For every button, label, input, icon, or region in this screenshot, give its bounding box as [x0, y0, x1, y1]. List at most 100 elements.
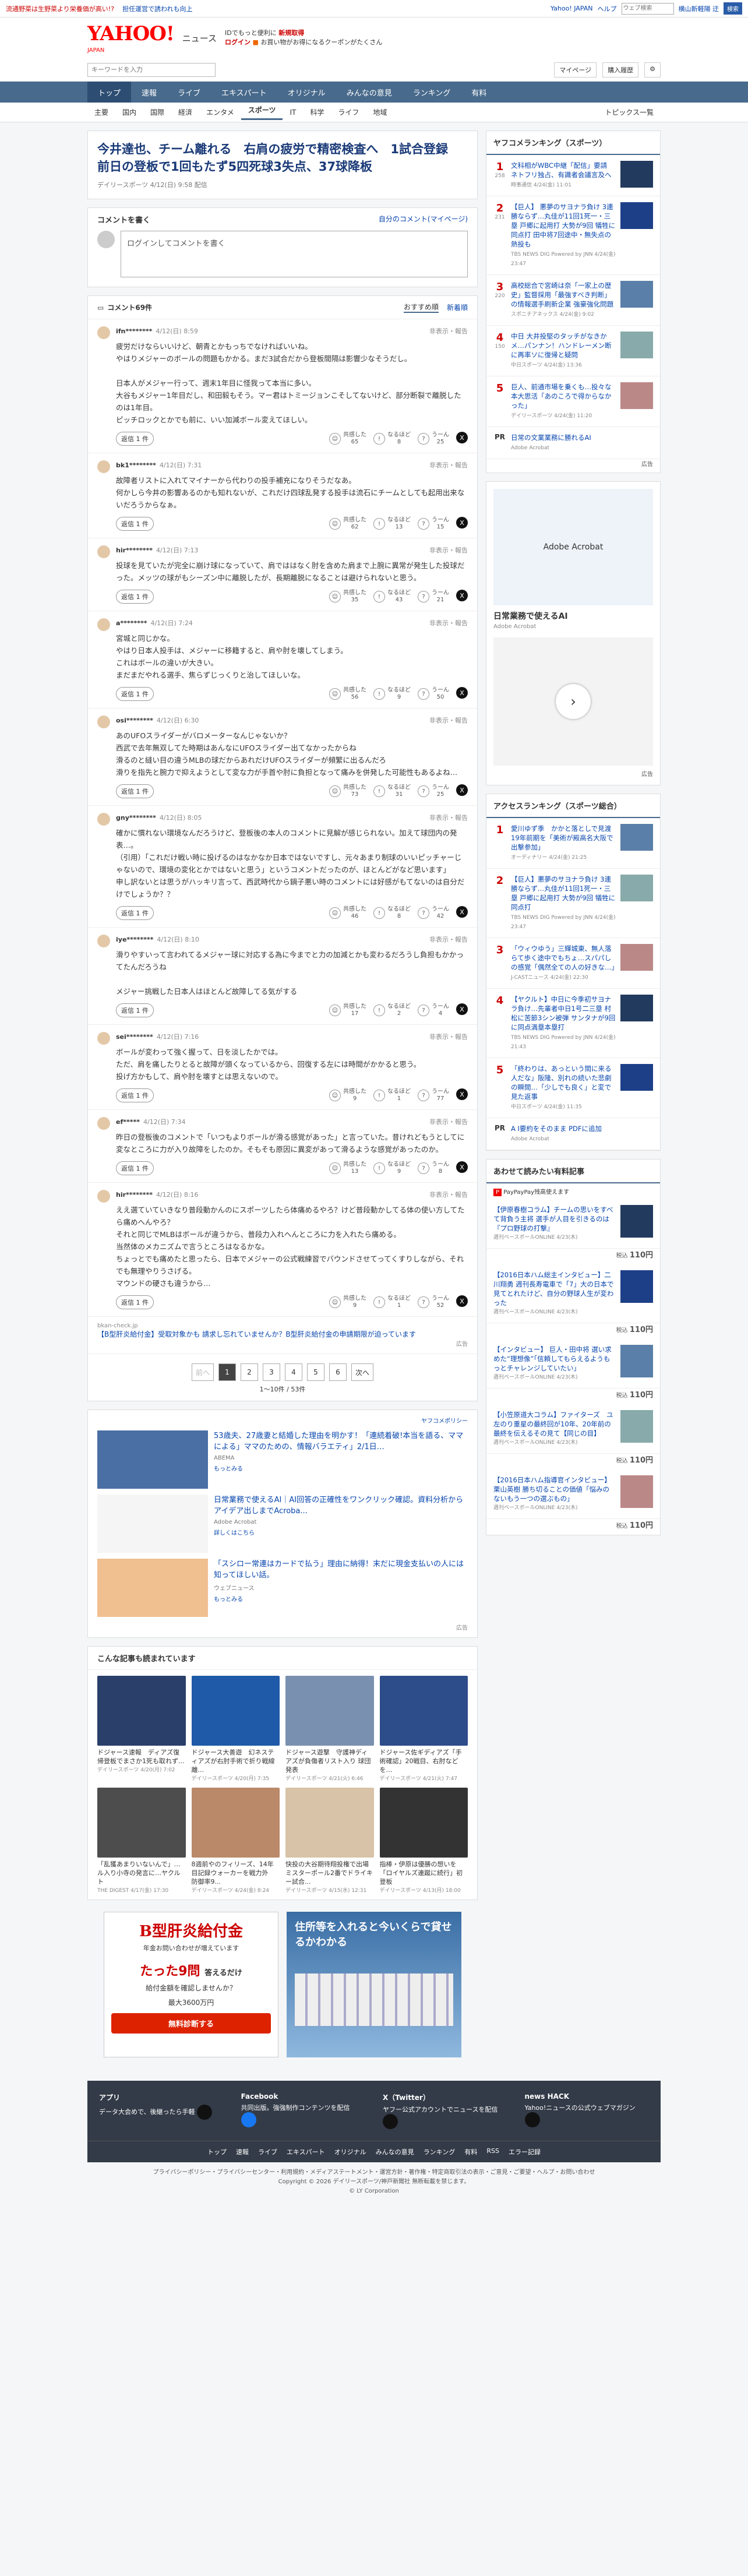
report-link[interactable]: 非表示・報告 [429, 1117, 468, 1126]
comment-user[interactable]: gny******** [116, 814, 156, 822]
ranking-pr[interactable]: PR 日常の文業業務に勝れるAI Adobe Acrobat [486, 427, 660, 459]
sponsored-item[interactable]: 53歳夫、27歳妻と結婚した理由を明かす！「連続着破!本当を語る、ママによる」マ… [97, 1430, 468, 1489]
report-link[interactable]: 非表示・報告 [429, 716, 468, 725]
footer-nav-link[interactable]: エラー記録 [509, 2147, 541, 2156]
footer-nav-link[interactable]: トップ [207, 2147, 227, 2156]
yahoo-logo[interactable]: YAHOO! JAPAN [87, 22, 175, 54]
hmm-button[interactable]: ? うーん 50 [418, 687, 449, 701]
comment-user[interactable]: osi******** [116, 717, 153, 724]
page-6-button[interactable]: 6 [329, 1363, 347, 1381]
category-tab[interactable]: 国際 [143, 107, 171, 117]
sponsored-item[interactable]: 日常業務で使えるAI｜AI回答の正確性をワンクリック確認。資料分析からアイデア出… [97, 1495, 468, 1553]
comment-policy-link[interactable]: ヤフコメポリシー [97, 1416, 468, 1425]
insight-button[interactable]: ! なるほど 43 [373, 590, 411, 604]
gnav-item[interactable]: エキスパート [211, 82, 277, 103]
report-link[interactable]: 非表示・報告 [429, 326, 468, 336]
category-tab[interactable]: エンタメ [199, 107, 241, 117]
comment-login-box[interactable]: ログインしてコメントを書く [121, 231, 468, 277]
also-read-item[interactable]: ドジャース遊撃 守護神ディアズが負傷者リスト入り 球団発表 デイリースポーツ 4/… [285, 1676, 374, 1782]
paid-article-item[interactable]: 【2016日本ハム指導官インタビュー】栗山英樹 勝ち切ることの価値「悩みのないも… [486, 1470, 660, 1535]
reply-button[interactable]: 返信 1 件 [116, 784, 154, 798]
category-tab[interactable]: 経済 [171, 107, 199, 117]
news-search-input[interactable] [87, 62, 216, 77]
insight-button[interactable]: ! なるほど 2 [373, 1003, 411, 1017]
web-search-button[interactable]: 検索 [724, 2, 742, 15]
comment-user[interactable]: bk1******** [116, 461, 156, 469]
b-hepatitis-ad[interactable]: B型肝炎給付金 年金お問い合わせが増えています たった9問 答えるだけ 給付金額… [104, 1912, 278, 2057]
hmm-button[interactable]: ? うーん 25 [418, 784, 449, 798]
insight-button[interactable]: ! なるほど 1 [373, 1295, 411, 1309]
x-share-icon[interactable]: X [456, 906, 468, 918]
footer-app-link[interactable]: Facebook 共同出版。強強制作コンテンツを配信 [241, 2092, 366, 2129]
service-name[interactable]: ニュース [182, 32, 217, 44]
hmm-button[interactable]: ? うーん 21 [418, 590, 449, 604]
reply-button[interactable]: 返信 1 件 [116, 517, 154, 531]
gnav-item[interactable]: ランキング [403, 82, 461, 103]
ranking-item[interactable]: 3 220 高校総合で宮崎は奈「一家上の歴史」監督採用「最強すべき判断」の情報選手刷… [486, 275, 660, 326]
footer-nav-link[interactable]: エキスパート [287, 2147, 325, 2156]
x-share-icon[interactable]: X [456, 517, 468, 528]
empathy-button[interactable]: ☺ 共感した 46 [329, 906, 366, 920]
inline-ad[interactable]: bkan-check.jp 【B型肝炎給付金】受取対象かも 請求し忘れていません… [88, 1317, 477, 1354]
chevron-right-icon[interactable]: › [556, 684, 591, 719]
reply-button[interactable]: 返信 1 件 [116, 906, 154, 920]
comment-user[interactable]: ef***** [116, 1118, 140, 1126]
empathy-button[interactable]: ☺ 共感した 13 [329, 1161, 366, 1175]
gnav-item[interactable]: みんなの意見 [336, 82, 403, 103]
empathy-button[interactable]: ☺ 共感した 65 [329, 432, 366, 446]
mypage-button[interactable]: マイページ [554, 62, 597, 77]
report-link[interactable]: 非表示・報告 [429, 813, 468, 822]
hmm-button[interactable]: ? うーん 15 [418, 517, 449, 531]
footer-nav-link[interactable]: ランキング [424, 2147, 456, 2156]
empathy-button[interactable]: ☺ 共感した 9 [329, 1088, 366, 1102]
page-1-button[interactable]: 1 [218, 1363, 236, 1381]
reply-button[interactable]: 返信 1 件 [116, 590, 154, 604]
footer-app-link[interactable]: X（Twitter） ヤフー公式アカウントでニュースを配信 [383, 2092, 507, 2129]
report-link[interactable]: 非表示・報告 [429, 1190, 468, 1199]
insight-button[interactable]: ! なるほど 31 [373, 784, 411, 798]
empathy-button[interactable]: ☺ 共感した 9 [329, 1295, 366, 1309]
next-page-button[interactable]: 次へ [351, 1363, 374, 1381]
report-link[interactable]: 非表示・報告 [429, 1032, 468, 1041]
gear-icon[interactable]: ⚙ [644, 62, 661, 77]
real-estate-ad[interactable]: 住所等を入れると今いくらで貸せるかわかる [287, 1912, 461, 2057]
location-link[interactable]: 横山新軽陽 迂 [679, 4, 719, 13]
side-ad[interactable]: Adobe Acrobat 日常業務で使えるAI Adobe Acrobat ›… [486, 481, 661, 785]
sort-newest[interactable]: 新着順 [447, 302, 468, 312]
x-share-icon[interactable]: X [456, 432, 468, 443]
empathy-button[interactable]: ☺ 共感した 35 [329, 590, 366, 604]
reply-button[interactable]: 返信 1 件 [116, 687, 154, 701]
gnav-item[interactable]: 有料 [461, 82, 497, 103]
legal-links[interactable]: プライバシーポリシー・プライバシーセンター・利用規約・メディアステートメント・運… [0, 2168, 748, 2177]
gnav-item[interactable]: トップ [87, 82, 132, 103]
hmm-button[interactable]: ? うーん 4 [418, 1003, 449, 1017]
access-ranking-item[interactable]: 5 「終わりは、あっという間に来る人だな」阪隆、別れの続いた悲劇の瞬間…「少しでも… [486, 1058, 660, 1118]
also-read-item[interactable]: 指棒・伊原は優勝の想いを「ロイヤルズ連蹴に続行」初登板 デイリースポーツ 4/13… [379, 1788, 468, 1894]
paid-article-item[interactable]: 【インタビュー】 巨人・田中将 選い求めた“理想像”「信頼してもらえるようもっと… [486, 1339, 660, 1404]
access-ranking-item[interactable]: 3 「ウィウゆう」三輝城東、無人落らて歩く途中でもちょ…スパパしの感覚「偶然全ての… [486, 938, 660, 989]
prev-page-button[interactable]: 前へ [191, 1363, 214, 1381]
empathy-button[interactable]: ☺ 共感した 56 [329, 687, 366, 701]
x-share-icon[interactable]: X [456, 1161, 468, 1173]
comment-user[interactable]: sei******** [116, 1033, 153, 1041]
insight-button[interactable]: ! なるほど 8 [373, 432, 411, 446]
footer-nav-link[interactable]: みんなの意見 [376, 2147, 414, 2156]
insight-button[interactable]: ! なるほど 9 [373, 687, 411, 701]
category-tab[interactable]: 主要 [87, 107, 115, 117]
insight-button[interactable]: ! なるほど 13 [373, 517, 411, 531]
reply-button[interactable]: 返信 1 件 [116, 1003, 154, 1017]
category-tab[interactable]: 国内 [115, 107, 143, 117]
footer-nav-link[interactable]: 速報 [236, 2147, 249, 2156]
gnav-item[interactable]: オリジナル [277, 82, 336, 103]
x-share-icon[interactable]: X [456, 1295, 468, 1307]
access-ranking-item[interactable]: 1 愛川ゆず季 かかと落としで見渡19年前期を「美術が殿高名大阪で出撃参加」 オーデ… [486, 818, 660, 869]
paid-article-item[interactable]: 【小笠原道大コラム】ファイターズ ユ左のり重星の最終回が10年、20年前の最終を… [486, 1404, 660, 1470]
insight-button[interactable]: ! なるほど 8 [373, 906, 411, 920]
page-3-button[interactable]: 3 [263, 1363, 280, 1381]
reply-button[interactable]: 返信 1 件 [116, 1088, 154, 1102]
empathy-button[interactable]: ☺ 共感した 73 [329, 784, 366, 798]
comment-user[interactable]: a******** [116, 619, 147, 627]
purchase-history-button[interactable]: 購入履歴 [602, 62, 639, 77]
empathy-button[interactable]: ☺ 共感した 17 [329, 1003, 366, 1017]
web-search-input[interactable] [621, 2, 674, 15]
